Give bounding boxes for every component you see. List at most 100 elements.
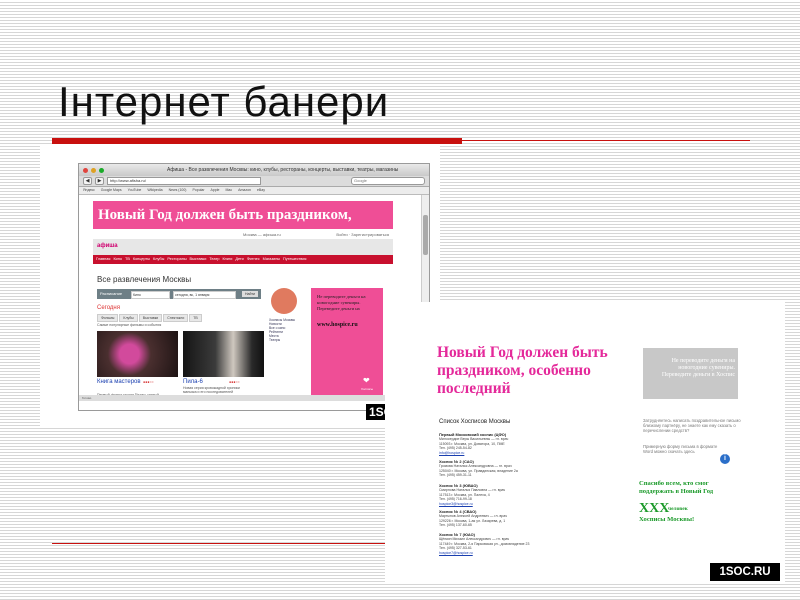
- site-header: афиша: [93, 239, 393, 255]
- back-button[interactable]: ◀: [83, 177, 92, 185]
- mid-link[interactable]: Театры: [269, 338, 309, 342]
- top-banner-ad[interactable]: Новый Год должен быть праздником,: [93, 201, 393, 229]
- promo-image[interactable]: [271, 288, 297, 314]
- content-tabs: Фильмы Клубы Выставки Спектакли ТВ: [97, 314, 202, 322]
- window-title: Афиша - Все развлечения Москвы: кино, кл…: [167, 167, 399, 173]
- grey-banner-ad[interactable]: Не переводите деньги на новогодние сувен…: [643, 348, 738, 399]
- side-ad-url[interactable]: www.hospice.ru: [317, 322, 358, 328]
- tab-films[interactable]: Фильмы: [97, 314, 119, 322]
- film-title-link[interactable]: Пила-6: [183, 379, 203, 385]
- tab-exhibitions[interactable]: Выставки: [138, 314, 163, 322]
- nav-item[interactable]: Магазины: [263, 255, 280, 264]
- search-field[interactable]: Google: [351, 177, 425, 185]
- nav-item[interactable]: Главная: [96, 255, 110, 264]
- date-select[interactable]: сегодня, вс, 1 января: [173, 291, 236, 299]
- title-underline-thick: [52, 138, 462, 144]
- bookmark-item[interactable]: Wikipedia: [147, 187, 162, 194]
- hospice-entry: Хоспис № 4 (СВАО) Мартынов Алексей Андре…: [439, 509, 604, 528]
- film-poster-image[interactable]: [97, 331, 178, 377]
- bookmark-item[interactable]: Amazon: [238, 187, 251, 194]
- hospice-email-link[interactable]: hospice7@hospice.ru: [439, 551, 604, 556]
- side-ad-text: Не переводите деньги на новогодние сувен…: [317, 294, 366, 311]
- today-heading: Сегодня: [97, 305, 120, 311]
- banner-document-screenshot: Новый Год должен быть праздником, особен…: [385, 302, 785, 584]
- side-banner-ad[interactable]: Не переводите деньги на новогодние сувен…: [311, 288, 383, 396]
- donor-count: ХХХ: [639, 501, 670, 516]
- filter-label: Расписание: [100, 291, 123, 296]
- site-nav: Главная Кино ТВ Концерты Клубы Рестораны…: [93, 255, 393, 264]
- download-note[interactable]: Примерную форму письма в формате Word мо…: [643, 444, 723, 454]
- thanks-text: Спасибо всем, кто смог поддержать в Новы…: [639, 480, 714, 495]
- nav-item[interactable]: ТВ: [125, 255, 130, 264]
- rating-stars: ●●●○○: [229, 380, 240, 384]
- browser-screenshot: Афиша - Все развлечения Москвы: кино, кл…: [40, 145, 440, 427]
- nav-item[interactable]: Клубы: [153, 255, 164, 264]
- bookmark-item[interactable]: eBay: [257, 187, 265, 194]
- rating-stars: ●●●○○: [143, 380, 154, 384]
- tab-tv[interactable]: ТВ: [189, 314, 202, 322]
- address-bar[interactable]: http://www.afisha.ru/: [107, 177, 261, 185]
- film-title-link[interactable]: Книга мастеров: [97, 379, 141, 385]
- grey-banner-text: Не переводите деньги на новогодние сувен…: [661, 358, 735, 378]
- bookmark-item[interactable]: Apple: [211, 187, 220, 194]
- bookmark-item[interactable]: Яндекс: [83, 187, 95, 194]
- watermark: 1SOC.RU: [710, 563, 780, 581]
- bookmark-item[interactable]: YouTube: [128, 187, 142, 194]
- scrollbar-thumb[interactable]: [423, 215, 428, 255]
- top-banner-text: Новый Год должен быть праздником,: [98, 207, 352, 223]
- browser-window: Афиша - Все развлечения Москвы: кино, кл…: [78, 163, 430, 411]
- nav-item[interactable]: Фитнес: [247, 255, 260, 264]
- filter-bar: Расписание Кино сегодня, вс, 1 января На…: [97, 289, 261, 299]
- hospice-list-title: Список Хосписов Москвы: [439, 419, 511, 425]
- nav-item[interactable]: Кино: [113, 255, 122, 264]
- hospice-entry: Первый Московский хоспис (ЦФО) Милосерди…: [439, 432, 604, 455]
- hospice-line: Тел. (495) 137-60-65: [439, 523, 472, 527]
- hospice-entry: Хоспис № 7 (ЮАО) Щёпкин Михаил Александр…: [439, 532, 604, 555]
- hospice-email-link[interactable]: info@hospice.ru: [439, 451, 604, 456]
- nav-item[interactable]: Дети: [235, 255, 243, 264]
- slide-title: Інтернет банери: [58, 78, 390, 125]
- nav-item[interactable]: Выставки: [190, 255, 207, 264]
- find-button[interactable]: Найти: [242, 291, 258, 297]
- letter-note: Затрудняетесь написать поздравительное п…: [643, 418, 741, 433]
- nav-item[interactable]: Концерты: [133, 255, 150, 264]
- donor-count-label: человек: [668, 506, 688, 512]
- nav-item[interactable]: Путешествия: [283, 255, 306, 264]
- site-logo[interactable]: афиша: [97, 243, 118, 249]
- section-title: Все развлечения Москвы: [97, 275, 192, 284]
- film-poster-image[interactable]: [183, 331, 264, 377]
- forward-button[interactable]: ▶: [95, 177, 104, 185]
- browser-titlebar: Афиша - Все развлечения Москвы: кино, кл…: [79, 164, 429, 176]
- nav-item[interactable]: Книги: [222, 255, 232, 264]
- web-page: Новый Год должен быть праздником, Москва…: [79, 195, 429, 401]
- zoom-window-icon[interactable]: [99, 167, 104, 173]
- minimize-window-icon[interactable]: [91, 167, 96, 173]
- middle-column: Хосписы Москвы Новости Все о кино Рейтин…: [269, 288, 309, 342]
- category-select[interactable]: Кино: [131, 291, 170, 299]
- nav-item[interactable]: Театр: [209, 255, 219, 264]
- hospice-line: Тел. (495) 459-31-11: [439, 473, 472, 477]
- popular-hint: Самые популярные фильмы и события: [97, 323, 162, 327]
- browser-toolbar: ◀ ▶ http://www.afisha.ru/ Google: [79, 176, 429, 187]
- page-info-bar: Москва — афиша.ru Войти · Зарегистрирова…: [93, 231, 393, 239]
- login-link[interactable]: Войти · Зарегистрироваться: [336, 232, 389, 237]
- bookmark-item[interactable]: News (100): [169, 187, 187, 194]
- bookmarks-bar: Яндекс Google Maps YouTube Wikipedia New…: [79, 187, 429, 195]
- tab-clubs[interactable]: Клубы: [119, 314, 138, 322]
- title-underline-thin: [462, 140, 750, 141]
- bookmark-item[interactable]: Google Maps: [101, 187, 122, 194]
- banner-headline: Новый Год должен быть праздником, особен…: [437, 344, 608, 397]
- hospice-email-link[interactable]: hospice3@hospice.ru: [439, 502, 604, 507]
- hospice-entry: Хоспис № 2 (САО) Громова Наталья Алексан…: [439, 459, 604, 478]
- thanks-signature: Хосписы Москвы!: [639, 516, 695, 523]
- tab-plays[interactable]: Спектакли: [163, 314, 189, 322]
- nav-item[interactable]: Рестораны: [167, 255, 186, 264]
- bookmark-item[interactable]: Mac: [226, 187, 233, 194]
- bookmark-item[interactable]: Popular: [192, 187, 204, 194]
- close-window-icon[interactable]: [83, 167, 88, 173]
- hospice-entry: Хоспис № 3 (ЮВАО) Смирнова Наталья Павло…: [439, 483, 604, 506]
- film-description: маньяка и его последователей: [183, 390, 234, 394]
- heart-label: Хосписы: [361, 387, 374, 391]
- status-bar: Готово: [79, 395, 429, 401]
- download-info-icon[interactable]: i: [720, 454, 730, 464]
